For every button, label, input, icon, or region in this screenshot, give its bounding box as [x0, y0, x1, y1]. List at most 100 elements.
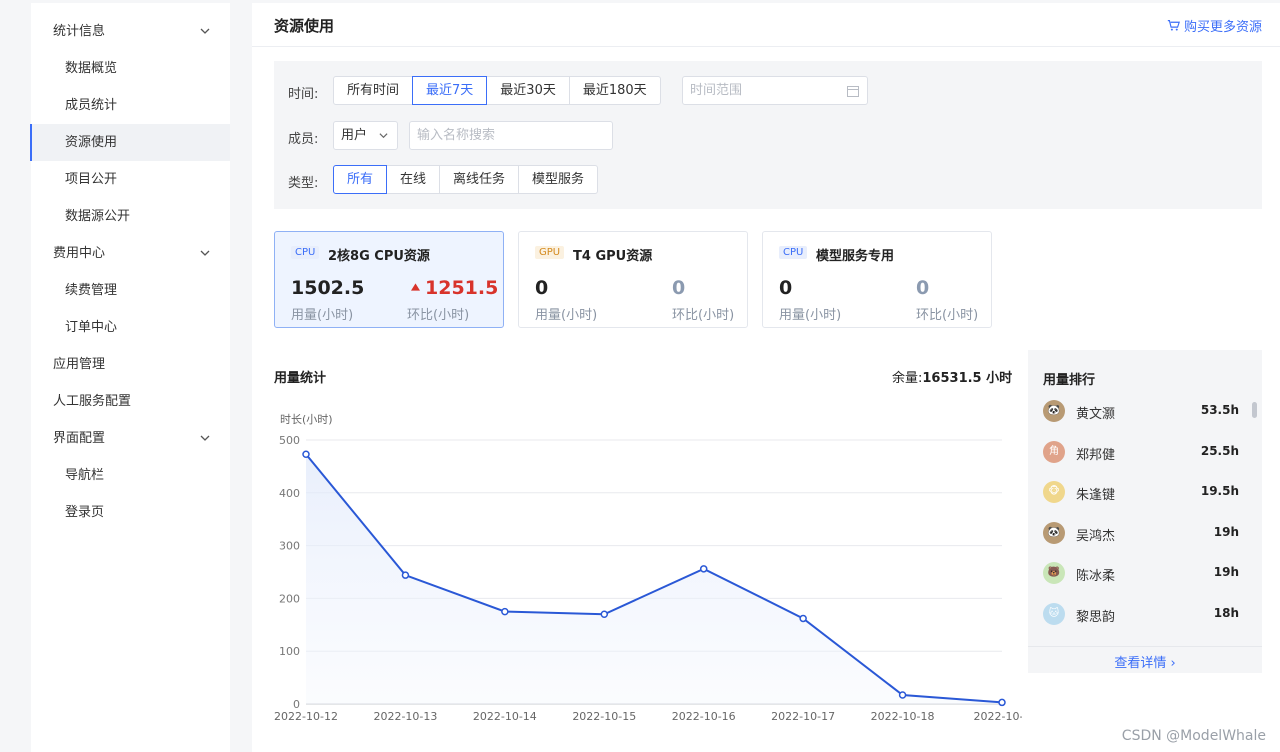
resource-card[interactable]: GPU T4 GPU资源 0 用量(小时) 0 环比(小时) [518, 231, 748, 328]
type-filter-option[interactable]: 离线任务 [439, 165, 520, 194]
chevron-down-icon [200, 250, 210, 256]
remaining-value: 16531.5 小时 [922, 371, 1013, 386]
sidebar-item[interactable]: 统计信息 [31, 13, 230, 50]
sidebar-item[interactable]: 订单中心 [31, 309, 230, 346]
sidebar-item[interactable]: 数据概览 [31, 50, 230, 87]
time-filter-option[interactable]: 最近180天 [568, 76, 661, 105]
resource-card[interactable]: CPU 模型服务专用 0 用量(小时) 0 环比(小时) [762, 231, 992, 328]
member-type-select[interactable]: 用户 [333, 121, 398, 150]
avatar: 🐻 [1043, 562, 1065, 585]
sidebar-item[interactable]: 导航栏 [31, 457, 230, 494]
ranking-usage-value: 19.5h [1200, 484, 1239, 499]
remaining-quota: 余量:16531.5 小时 [892, 367, 1012, 386]
data-point [302, 450, 310, 459]
data-point [501, 607, 509, 616]
sidebar-item[interactable]: 登录页 [31, 494, 230, 531]
time-filter-option[interactable]: 最近7天 [412, 76, 488, 105]
sidebar-item[interactable]: 续费管理 [31, 272, 230, 309]
time-filter-option[interactable]: 所有时间 [333, 76, 414, 105]
sidebar-item[interactable]: 界面配置 [31, 420, 230, 457]
ranking-user-name: 陈冰柔 [1076, 569, 1116, 585]
watermark: CSDN @ModelWhale [1121, 728, 1266, 744]
usage-ranking-panel: 用量排行 🐼 黄文灏 53.5h 角郑邦健 25.5h 🐵 朱逢键 19.5h 🐼 吴鸿杰 19h 🐻… [1028, 350, 1262, 673]
sidebar: 统计信息数据概览 成员统计资源使用项目公开数据源公开费用中心续费管理订单中心 应用管… [30, 3, 230, 752]
data-point [898, 691, 907, 699]
x-tick-label: 2022-10-18 [871, 710, 935, 723]
avatar: 🐵 [1043, 481, 1065, 504]
sidebar-item-label: 登录页 [65, 505, 105, 520]
x-tick-label: 2022-10-1 [974, 710, 1022, 723]
view-details-link[interactable]: 查看详情 › [1028, 652, 1262, 671]
sidebar-item[interactable]: 资源使用 [30, 124, 230, 161]
sidebar-item[interactable]: 费用中心 [31, 235, 230, 272]
cart-icon [1167, 20, 1180, 31]
resource-title: 2核8G CPU资源 [328, 249, 430, 264]
usage-label: 用量(小时) [291, 308, 354, 323]
ratio-value: 0 [672, 277, 686, 299]
type-filter-group: 所有 在线 离线任务 模型服务 [333, 165, 599, 194]
calendar-icon [847, 86, 859, 97]
ranking-scrollbar[interactable] [1252, 402, 1257, 418]
sidebar-item-label: 费用中心 [53, 246, 106, 261]
ranking-title: 用量排行 [1043, 373, 1096, 388]
usage-value: 0 [535, 277, 549, 299]
page-header: 资源使用 购买更多资源 [252, 3, 1280, 47]
ranking-row: 🐼 黄文灏 53.5h [1043, 400, 1239, 424]
sidebar-item-label: 统计信息 [53, 24, 106, 39]
resource-card[interactable]: CPU 2核8G CPU资源 1502.5 用量(小时) 1251.5 环比(小时) [274, 231, 504, 328]
data-point [799, 614, 807, 623]
type-filter-label: 类型: [288, 176, 319, 191]
ratio-value: 1251.5 [411, 277, 498, 299]
sidebar-item[interactable]: 成员统计 [31, 87, 230, 124]
sidebar-item[interactable]: 应用管理 [31, 346, 230, 383]
buy-more-label: 购买更多资源 [1183, 20, 1262, 35]
time-filter-label: 时间: [288, 87, 319, 102]
sidebar-item[interactable]: 项目公开 [31, 161, 230, 198]
resource-title: 模型服务专用 [816, 249, 895, 264]
data-point [401, 571, 410, 579]
ranking-row: 🐱 黎思韵 18h [1043, 603, 1239, 627]
type-filter-option[interactable]: 在线 [386, 165, 441, 194]
x-tick-label: 2022-10-14 [473, 710, 537, 723]
ranking-row: 🐵 朱逢键 19.5h [1043, 481, 1239, 505]
type-filter-option[interactable]: 所有 [333, 165, 388, 194]
data-point [600, 610, 609, 618]
member-search-placeholder: 输入名称搜索 [417, 128, 496, 143]
y-axis-label: 时长(小时) [280, 413, 333, 426]
time-filter-group: 所有时间 最近7天 最近30天 最近180天 [333, 76, 661, 105]
time-range-picker[interactable]: 时间范围 [682, 76, 868, 105]
usage-value: 1502.5 [291, 277, 365, 299]
member-search-input[interactable]: 输入名称搜索 [409, 121, 613, 150]
sidebar-item-label: 续费管理 [65, 283, 118, 298]
usage-line-chart: 时长(小时)01002003004005002022-10-12 2022-10-… [274, 413, 1022, 723]
ranking-usage-value: 18h [1213, 606, 1239, 620]
sidebar-item-label: 数据源公开 [65, 209, 131, 224]
chevron-down-icon [200, 435, 210, 441]
ranking-usage-value: 25.5h [1200, 443, 1239, 458]
ratio-label: 环比(小时) [916, 308, 979, 323]
usage-value: 0 [779, 277, 793, 299]
time-range-placeholder: 时间范围 [690, 83, 743, 98]
avatar: 🐱 [1043, 603, 1065, 625]
x-tick-label: 2022-10-17 [771, 710, 835, 723]
y-tick-label: 400 [279, 487, 300, 500]
page-title: 资源使用 [274, 17, 335, 35]
sidebar-item-label: 资源使用 [65, 135, 118, 150]
nav-list: 统计信息数据概览 成员统计资源使用项目公开数据源公开费用中心续费管理订单中心 应用管… [30, 3, 230, 531]
ratio-label: 环比(小时) [672, 308, 735, 323]
sidebar-item[interactable]: 人工服务配置 [31, 383, 230, 420]
ranking-divider [1028, 646, 1262, 647]
type-filter-option[interactable]: 模型服务 [518, 165, 599, 194]
buy-more-resources-link[interactable]: 购买更多资源 [1167, 16, 1262, 35]
line-area-fill [306, 454, 1002, 704]
data-point [998, 698, 1006, 707]
y-tick-label: 500 [279, 434, 300, 447]
filter-panel: 时间: 所有时间 最近7天 最近30天 最近180天 时间范围 成员: 用户 输入名称… [274, 61, 1262, 209]
time-filter-option[interactable]: 最近30天 [486, 76, 570, 105]
x-tick-label: 2022-10-13 [373, 710, 437, 723]
sidebar-item[interactable]: 数据源公开 [31, 198, 230, 235]
chevron-down-icon [200, 28, 210, 34]
ranking-row: 🐼 吴鸿杰 19h [1043, 521, 1239, 546]
resource-tag: GPU [535, 246, 565, 259]
member-filter-label: 成员: [288, 132, 319, 147]
